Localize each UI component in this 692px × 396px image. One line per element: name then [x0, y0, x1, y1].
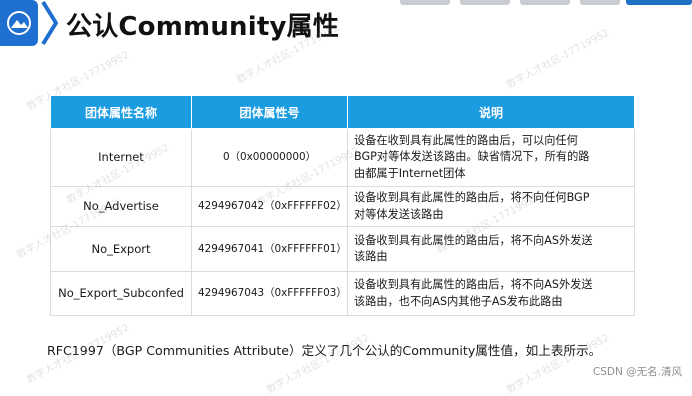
attribute-name: Internet [50, 128, 192, 187]
column-header-name: 团体属性名称 [50, 95, 192, 129]
chevron-right-icon [41, 0, 58, 46]
attribute-code: 4294967041（0xFFFFFF01） [191, 226, 348, 272]
watermark: 数字人才社区-17719952 [505, 27, 612, 92]
description-line: 设备在收到具有此属性的路由后，可以向任何 [354, 133, 578, 147]
attribute-description: 设备收到具有此属性的路由后，将不向AS外发送 该路由，也不向AS内其他子AS发布… [347, 271, 635, 316]
tab-indicator[interactable] [520, 0, 570, 5]
logo-icon [0, 0, 38, 46]
description-line: BGP对等体发送该路由。缺省情况下，所有的路 [354, 150, 590, 164]
attribute-description: 设备收到具有此属性的路由后，将不向AS外发送 该路由 [347, 226, 635, 272]
description-line: 设备收到具有此属性的路由后，将不向AS外发送 [354, 233, 593, 247]
description-line: 设备收到具有此属性的路由后，将不向AS外发送 [354, 278, 593, 291]
table-row: No_Export 4294967041（0xFFFFFF01） 设备收到具有此… [50, 226, 635, 272]
attribute-name: No_Export_Subconfed [50, 271, 192, 316]
table-row: Internet 0（0x00000000） 设备在收到具有此属性的路由后，可以… [50, 128, 635, 187]
tab-indicator[interactable] [460, 0, 510, 5]
footer-note: RFC1997（BGP Communities Attribute）定义了几个公… [47, 343, 602, 358]
tab-indicator[interactable] [400, 0, 450, 5]
tab-indicator-active[interactable] [626, 0, 692, 5]
attribute-name: No_Advertise [50, 186, 192, 227]
tab-indicator[interactable] [580, 0, 620, 5]
attribute-name: No_Export [50, 226, 192, 272]
description-line: 设备收到具有此属性的路由后，将不向任何BGP [354, 191, 590, 204]
top-tab-strip [400, 0, 692, 6]
attribute-description: 设备收到具有此属性的路由后，将不向任何BGP 对等体发送该路由 [347, 186, 635, 227]
community-attribute-table: 团体属性名称 团体属性号 说明 Internet 0（0x00000000） 设… [50, 95, 635, 316]
page-title: 公认Community属性 [66, 12, 340, 42]
attribute-code: 0（0x00000000） [191, 128, 348, 187]
table-row: No_Advertise 4294967042（0xFFFFFF02） 设备收到… [50, 186, 635, 227]
column-header-code: 团体属性号 [191, 95, 348, 129]
attribute-code: 4294967043（0xFFFFFF03） [191, 271, 348, 316]
description-line: 对等体发送该路由 [354, 207, 444, 221]
credit-label: CSDN @无名.清风 [592, 366, 682, 378]
table-row: No_Export_Subconfed 4294967043（0xFFFFFF0… [50, 271, 635, 316]
description-line: 该路由 [354, 250, 388, 263]
attribute-description: 设备在收到具有此属性的路由后，可以向任何 BGP对等体发送该路由。缺省情况下，所… [347, 128, 635, 187]
description-line: 由都属于Internet团体 [354, 166, 466, 180]
description-line: 该路由，也不向AS内其他子AS发布此路由 [354, 294, 563, 308]
table-header-row: 团体属性名称 团体属性号 说明 [50, 95, 635, 129]
attribute-code: 4294967042（0xFFFFFF02） [191, 186, 348, 227]
column-header-description: 说明 [347, 95, 635, 129]
